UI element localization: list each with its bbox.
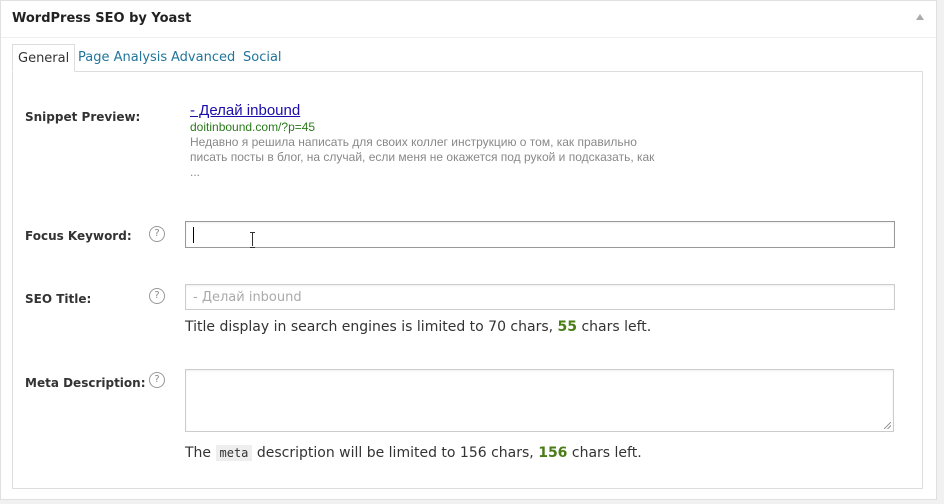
seo-title-help-icon[interactable]: ? xyxy=(149,288,165,304)
meta-note-suffix: chars left. xyxy=(567,445,642,461)
seo-title-chars-left: 55 xyxy=(557,319,578,335)
snippet-url: doitinbound.com/?p=45 xyxy=(190,120,316,134)
focus-keyword-help-icon[interactable]: ? xyxy=(149,226,165,242)
tab-advanced[interactable]: Advanced xyxy=(171,44,235,72)
triangle-up-icon[interactable] xyxy=(916,14,924,20)
meta-note-the: The xyxy=(185,445,216,461)
seo-title-input[interactable]: - Делай inbound xyxy=(185,284,895,310)
snippet-description-line-3: ... xyxy=(190,165,201,179)
seo-title-label: SEO Title: xyxy=(25,292,92,306)
resize-grip-icon[interactable] xyxy=(884,422,891,429)
meta-description-chars-left: 156 xyxy=(538,445,568,461)
meta-description-note: The meta description will be limited to … xyxy=(185,445,642,461)
general-tab-panel: Snippet Preview: - Делай inbound doitinb… xyxy=(12,71,923,489)
ibeam-cursor-icon xyxy=(250,232,256,248)
snippet-preview: - Делай inbound doitinbound.com/?p=45 Не… xyxy=(190,102,730,180)
focus-keyword-input[interactable] xyxy=(185,221,895,248)
snippet-description-line-1: Недавно я решила написать для своих колл… xyxy=(190,135,637,149)
meta-note-prefix: description will be limited to 156 chars… xyxy=(252,445,539,461)
tab-social[interactable]: Social xyxy=(243,44,282,72)
meta-description-help-icon[interactable]: ? xyxy=(149,372,165,388)
meta-code-tag: meta xyxy=(215,445,253,461)
snippet-title[interactable]: - Делай inbound xyxy=(190,102,730,120)
metabox-title: WordPress SEO by Yoast xyxy=(12,11,192,26)
seo-title-note: Title display in search engines is limit… xyxy=(185,319,651,335)
tab-general[interactable]: General xyxy=(12,44,76,72)
seo-title-note-suffix: chars left. xyxy=(577,319,652,335)
metabox-header[interactable]: WordPress SEO by Yoast xyxy=(1,1,936,38)
snippet-preview-label: Snippet Preview: xyxy=(25,110,141,124)
meta-description-textarea[interactable] xyxy=(185,369,894,432)
seo-title-note-prefix: Title display in search engines is limit… xyxy=(185,319,558,335)
text-caret xyxy=(193,227,194,243)
meta-description-label: Meta Description: xyxy=(25,376,146,390)
focus-keyword-label: Focus Keyword: xyxy=(25,229,132,243)
snippet-description-line-2: писать посты в блог, на случай, если мен… xyxy=(190,150,655,164)
tab-page-analysis[interactable]: Page Analysis xyxy=(78,44,167,72)
yoast-seo-metabox: WordPress SEO by Yoast General Page Anal… xyxy=(0,0,937,500)
